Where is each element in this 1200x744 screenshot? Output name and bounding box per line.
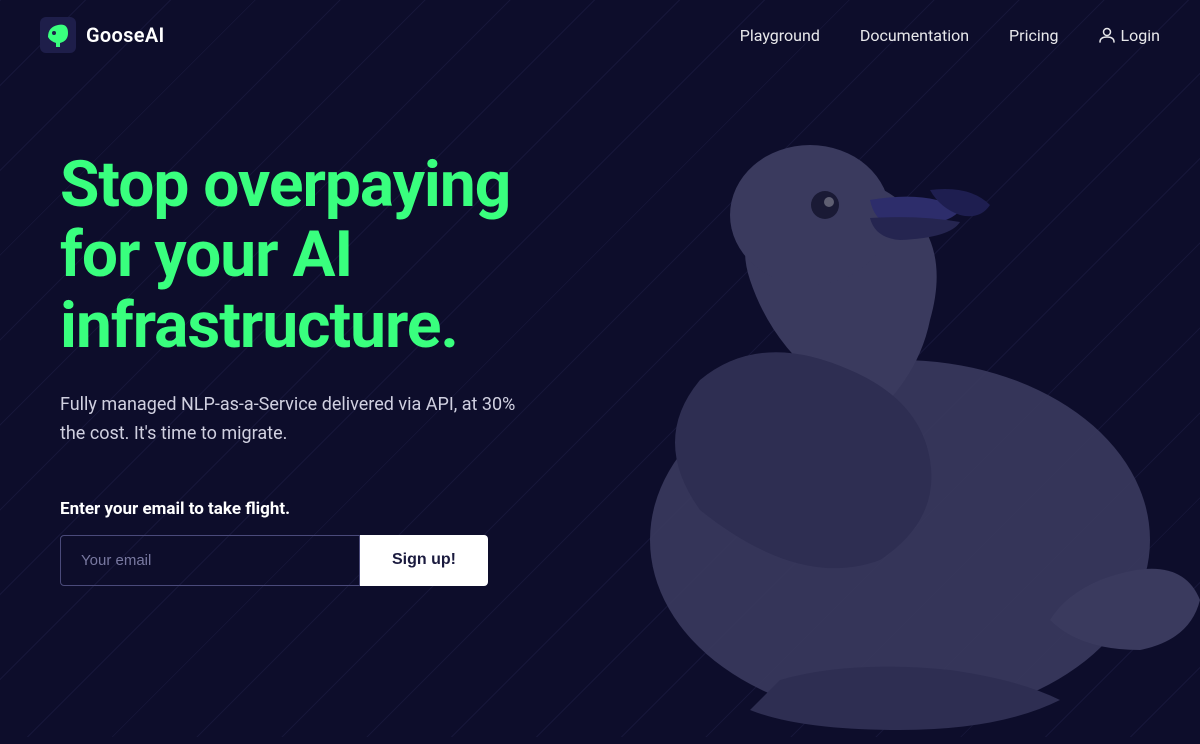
nav-link-pricing[interactable]: Pricing (1009, 26, 1059, 45)
nav-link-documentation[interactable]: Documentation (860, 26, 969, 45)
nav-login-link[interactable]: Login (1099, 26, 1160, 45)
logo-link[interactable]: GooseAI (40, 17, 165, 53)
email-cta-label: Enter your email to take flight. (60, 499, 520, 519)
nav-link-playground[interactable]: Playground (740, 26, 820, 45)
email-form: Sign up! (60, 535, 520, 586)
user-icon (1099, 27, 1115, 43)
hero-title: Stop overpaying for your AI infrastructu… (60, 150, 520, 361)
hero-section: Stop overpaying for your AI infrastructu… (0, 70, 520, 586)
navbar: GooseAI Playground Documentation Pricing… (0, 0, 1200, 70)
login-label: Login (1121, 26, 1160, 45)
email-input[interactable] (60, 535, 360, 586)
goose-illustration (500, 60, 1200, 740)
nav-links: Playground Documentation Pricing Login (740, 26, 1160, 45)
signup-button[interactable]: Sign up! (360, 535, 488, 586)
logo-icon (40, 17, 76, 53)
logo-text: GooseAI (86, 23, 165, 47)
hero-subtitle: Fully managed NLP-as-a-Service delivered… (60, 391, 520, 449)
